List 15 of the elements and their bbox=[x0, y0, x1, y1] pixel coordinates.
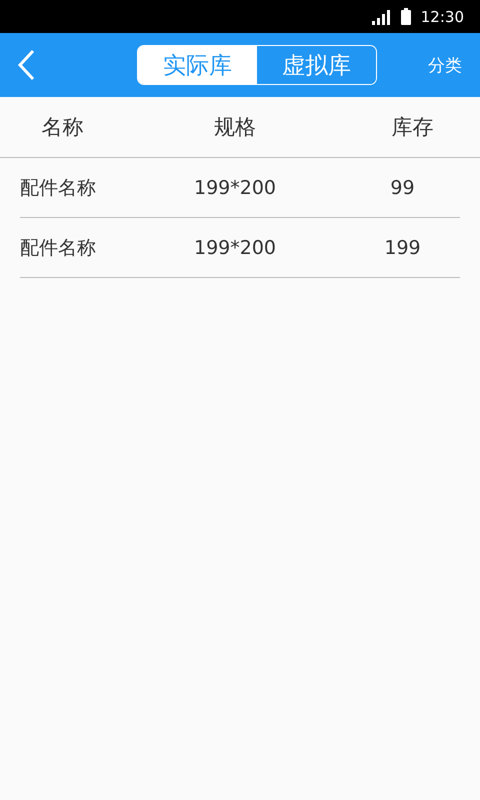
table-cell-text: 199*200 bbox=[192, 236, 278, 258]
battery-icon bbox=[400, 8, 411, 25]
table-cell-text: 配件名称 bbox=[20, 236, 97, 260]
table-cell-text: 199*200 bbox=[192, 176, 278, 198]
column-header: 库存 bbox=[390, 114, 434, 141]
table-cell-text: 99 bbox=[389, 176, 416, 198]
segment-tab[interactable]: 实际库 bbox=[138, 46, 257, 84]
column-header: 规格 bbox=[213, 114, 257, 141]
status-time: 12:30 bbox=[420, 8, 464, 26]
table-cell-text: 199 bbox=[383, 236, 422, 258]
category-button[interactable]: 分类 bbox=[428, 54, 462, 76]
column-header: 名称 bbox=[40, 114, 84, 141]
table-cell-text: 配件名称 bbox=[20, 176, 97, 200]
signal-icon bbox=[370, 8, 391, 24]
back-icon bbox=[16, 49, 36, 81]
